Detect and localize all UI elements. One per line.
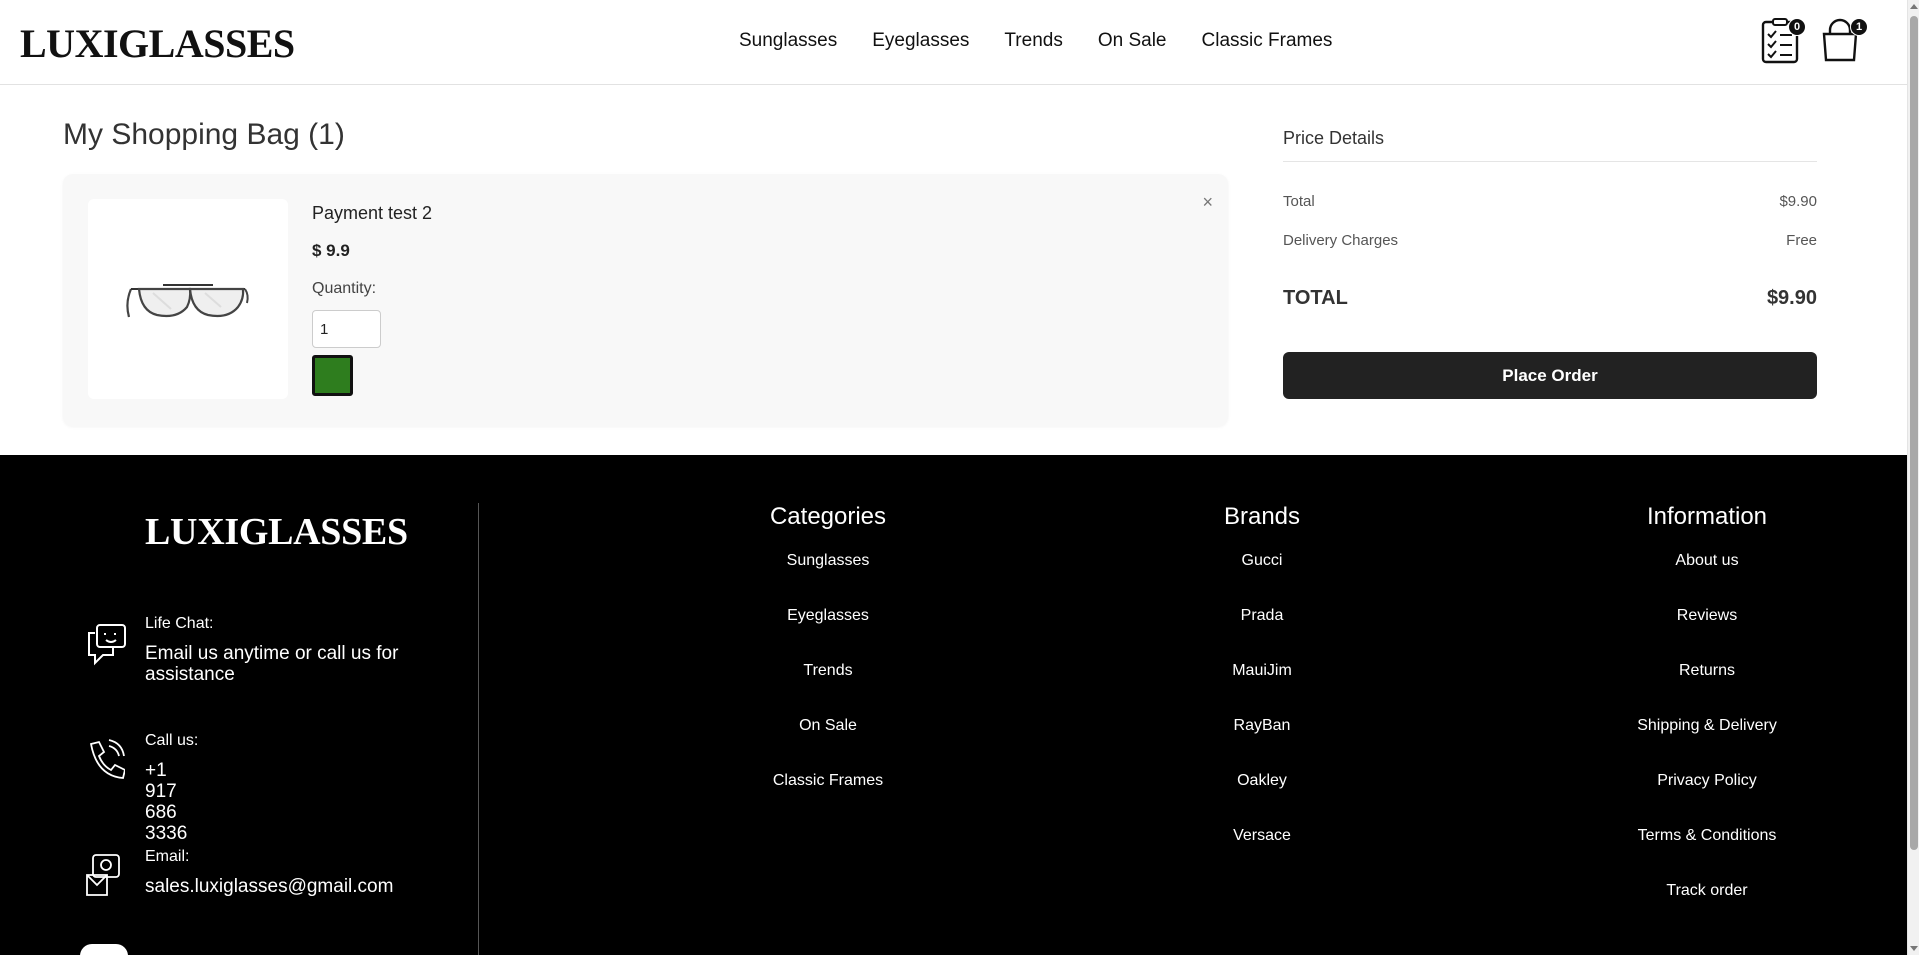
nav-classic-frames[interactable]: Classic Frames (1202, 30, 1333, 52)
price-details-panel: Price Details Total $9.90 Delivery Charg… (1283, 128, 1817, 310)
grand-total-row: TOTAL $9.90 (1283, 287, 1817, 310)
footer-info-link[interactable]: Reviews (1597, 607, 1817, 662)
footer-logo[interactable]: LUXIGLASSES (145, 510, 408, 554)
site-logo[interactable]: LUXIGLASSES (20, 20, 295, 67)
email-label: Email: (145, 848, 190, 865)
email-address[interactable]: sales.luxiglasses@gmail.com (145, 876, 393, 897)
page-title: My Shopping Bag (1) (63, 118, 345, 151)
social-icon[interactable] (80, 944, 128, 955)
footer-category-link[interactable]: Eyeglasses (728, 607, 928, 662)
footer-category-link[interactable]: Classic Frames (728, 772, 928, 827)
scroll-down-icon[interactable] (1910, 946, 1918, 951)
footer-info-link[interactable]: Shipping & Delivery (1597, 717, 1817, 772)
wishlist-count-badge: 0 (1788, 18, 1806, 36)
nav-eyeglasses[interactable]: Eyeglasses (872, 30, 969, 52)
footer-info-link[interactable]: Track order (1597, 882, 1817, 937)
footer-info-link[interactable]: Returns (1597, 662, 1817, 717)
place-order-button[interactable]: Place Order (1283, 352, 1817, 399)
footer-info-link[interactable]: Privacy Policy (1597, 772, 1817, 827)
eyeglasses-product-icon (126, 284, 249, 318)
footer-categories: Categories Sunglasses Eyeglasses Trends … (728, 503, 928, 827)
footer-brand-link[interactable]: RayBan (1162, 717, 1362, 772)
main-nav: Sunglasses Eyeglasses Trends On Sale Cla… (739, 30, 1332, 52)
total-value: $9.90 (1779, 193, 1817, 210)
delivery-row: Delivery Charges Free (1283, 232, 1817, 249)
chat-label: Life Chat: (145, 615, 214, 632)
brands-heading: Brands (1223, 503, 1301, 530)
product-image[interactable] (88, 199, 288, 399)
cart-count-badge: 1 (1850, 18, 1868, 36)
page-scrollbar[interactable] (1907, 0, 1919, 955)
footer-category-link[interactable]: Sunglasses (728, 552, 928, 607)
footer-category-link[interactable]: Trends (728, 662, 928, 717)
footer-category-link[interactable]: On Sale (728, 717, 928, 772)
call-label: Call us: (145, 732, 199, 749)
footer-brand-link[interactable]: Versace (1162, 827, 1362, 882)
cart-item-card: Payment test 2 $ 9.9 Quantity: × (63, 174, 1228, 426)
color-swatch[interactable] (312, 355, 353, 396)
chat-value[interactable]: Email us anytime or call us for assistan… (145, 643, 435, 685)
quantity-label: Quantity: (312, 280, 377, 297)
phone-icon (89, 739, 125, 779)
information-heading: Information (1646, 503, 1768, 530)
product-price: $ 9.9 (312, 241, 350, 260)
footer-brand-link[interactable]: MauiJim (1162, 662, 1362, 717)
scrollbar-thumb[interactable] (1910, 16, 1918, 850)
cart-button[interactable]: 1 (1820, 18, 1868, 66)
price-details-title: Price Details (1283, 128, 1817, 162)
site-footer: LUXIGLASSES Life Chat: Email us anytime … (0, 455, 1907, 955)
nav-trends[interactable]: Trends (1004, 30, 1062, 52)
wishlist-button[interactable]: 0 (1760, 18, 1806, 66)
phone-number[interactable]: +1 917 686 3336 (145, 760, 187, 844)
product-name[interactable]: Payment test 2 (312, 203, 432, 224)
chat-icon (88, 624, 126, 666)
nav-on-sale[interactable]: On Sale (1098, 30, 1167, 52)
grand-total-value: $9.90 (1766, 287, 1817, 309)
delivery-value: Free (1786, 232, 1817, 249)
footer-brand-link[interactable]: Prada (1162, 607, 1362, 662)
delivery-label: Delivery Charges (1283, 232, 1399, 249)
footer-divider (478, 503, 479, 955)
footer-brands: Brands Gucci Prada MauiJim RayBan Oakley… (1162, 503, 1362, 882)
footer-brand-link[interactable]: Gucci (1162, 552, 1362, 607)
total-row: Total $9.90 (1283, 193, 1817, 210)
footer-brand-link[interactable]: Oakley (1162, 772, 1362, 827)
categories-heading: Categories (769, 503, 887, 530)
scroll-up-icon[interactable] (1910, 4, 1918, 9)
footer-information: Information About us Reviews Returns Shi… (1597, 503, 1817, 937)
email-icon (86, 854, 120, 896)
footer-info-link[interactable]: About us (1597, 552, 1817, 607)
grand-total-label: TOTAL (1283, 287, 1348, 309)
footer-info-link[interactable]: Terms & Conditions (1597, 827, 1817, 882)
nav-sunglasses[interactable]: Sunglasses (739, 30, 837, 52)
total-label: Total (1283, 193, 1315, 210)
remove-item-button[interactable]: × (1202, 192, 1213, 213)
site-header: LUXIGLASSES Sunglasses Eyeglasses Trends… (0, 0, 1907, 85)
quantity-input[interactable] (312, 310, 381, 348)
